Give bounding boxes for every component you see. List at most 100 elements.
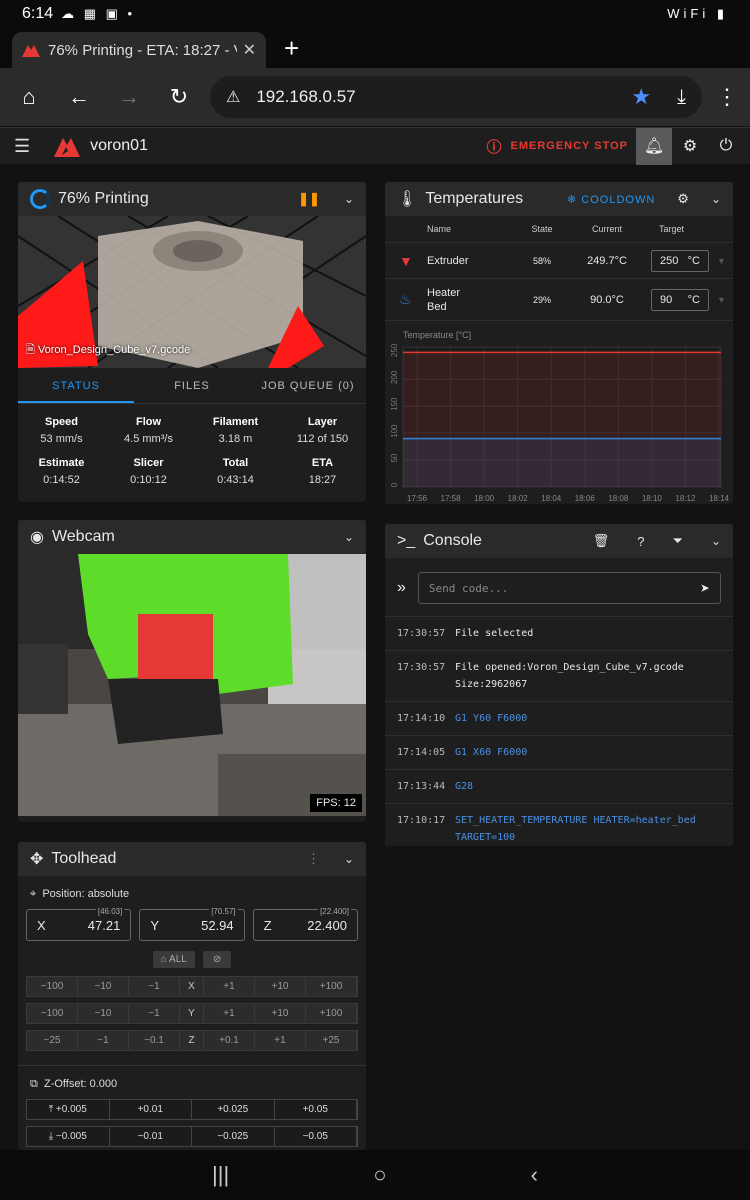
new-tab-icon[interactable]: + — [284, 33, 299, 64]
chart-ytick-label: 250 — [390, 343, 399, 357]
z-offset-button[interactable]: −0.05 — [274, 1127, 357, 1146]
gcode-filename: 🗎 Voron_Design_Cube_v7.gcode — [26, 344, 191, 356]
forward-arrow-icon[interactable]: → — [104, 84, 154, 110]
jog-button[interactable]: −100 — [27, 977, 78, 996]
gear-icon[interactable]: ⚙ — [677, 191, 689, 207]
emergency-stop-button[interactable]: ⓘ EMERGENCY STOP — [486, 136, 628, 157]
motors-off-button[interactable]: ⊘ — [202, 951, 232, 968]
reload-icon[interactable]: ↻ — [154, 84, 204, 110]
webcam-image — [18, 554, 366, 816]
jog-y-row: −100 −10 −1 Y +1 +10 +100 — [26, 1003, 358, 1024]
toolhead-title: Toolhead — [51, 850, 117, 867]
back-arrow-icon[interactable]: ← — [54, 84, 104, 110]
home-icon[interactable]: ⌂ — [4, 84, 54, 110]
hamburger-menu-icon[interactable]: ☰ — [14, 136, 30, 157]
z-position-field[interactable]: [22.400] Z 22.400 — [252, 907, 358, 941]
jog-button[interactable]: −25 — [27, 1031, 78, 1050]
extruder-target-input[interactable]: 250 °C — [651, 249, 709, 272]
y-position-field[interactable]: [70.57] Y 52.94 — [139, 907, 245, 941]
cooldown-button[interactable]: ❄ COOLDOWN — [567, 193, 655, 206]
browser-tab[interactable]: 76% Printing - ETA: 18:27 - Vo ✕ — [12, 32, 266, 68]
jog-button[interactable]: +10 — [255, 1004, 306, 1023]
not-secure-warning-icon[interactable]: ⚠ — [226, 87, 240, 107]
chart-xtick-label: 18:00 — [474, 494, 495, 503]
tab-job-queue[interactable]: JOB QUEUE (0) — [250, 368, 366, 403]
z-offset-button[interactable]: +0.025 — [192, 1100, 275, 1119]
jog-button[interactable]: −1 — [78, 1031, 129, 1050]
home-circle-icon[interactable]: ○ — [373, 1162, 386, 1188]
trash-icon[interactable]: 🗑︎ — [593, 533, 610, 549]
clock: 6:14 — [22, 5, 54, 22]
jog-button[interactable]: +100 — [306, 977, 357, 996]
position-mode-label: Position: absolute — [42, 888, 130, 900]
jog-button[interactable]: −1 — [129, 977, 180, 996]
collapse-chevron-icon[interactable]: ⌄ — [344, 852, 354, 866]
console-message[interactable]: G1 Y60 F6000 — [455, 710, 527, 727]
dropdown-arrow-icon[interactable]: ▼ — [717, 295, 726, 305]
system-back-icon[interactable]: ‹ — [531, 1162, 538, 1188]
z-offset-button[interactable]: −0.025 — [192, 1127, 275, 1146]
collapse-chevron-icon[interactable]: ⌄ — [711, 192, 721, 206]
collapse-chevron-icon[interactable]: ⌄ — [344, 192, 354, 206]
filter-icon[interactable]: ⏷ — [673, 533, 683, 549]
jog-button[interactable]: +0.1 — [204, 1031, 255, 1050]
jog-button[interactable]: +1 — [204, 977, 255, 996]
settings-button[interactable]: ⚙ — [672, 128, 708, 165]
home-all-button[interactable]: ⌂ ALL — [152, 951, 195, 968]
recent-apps-icon[interactable]: ||| — [212, 1162, 229, 1188]
chart-ytick-label: 200 — [390, 370, 399, 384]
jog-button[interactable]: −10 — [78, 1004, 129, 1023]
status-tabs: STATUS FILES JOB QUEUE (0) — [18, 368, 366, 404]
z-offset-button[interactable]: +0.05 — [274, 1100, 357, 1119]
jog-button[interactable]: −100 — [27, 1004, 78, 1023]
z-offset-button[interactable]: −0.01 — [109, 1127, 192, 1146]
stat-filament: Filament 3.18 m — [192, 410, 279, 451]
collapse-chevron-icon[interactable]: ⌄ — [344, 530, 354, 544]
x-position-field[interactable]: [46.03] X 47.21 — [26, 907, 132, 941]
console-message[interactable]: G1 X60 F6000 — [455, 744, 527, 761]
send-icon[interactable]: ➤ — [700, 579, 710, 598]
jog-button[interactable]: +25 — [306, 1031, 357, 1050]
x-requested-position: [46.03] — [95, 907, 125, 916]
favicon-icon — [22, 45, 40, 57]
pause-button[interactable]: ❚❚ — [298, 191, 320, 207]
console-prompt-icon: >_ — [397, 532, 416, 549]
console-input[interactable]: Send code... ➤ — [417, 572, 721, 604]
heater-current: 90.0°C — [590, 293, 624, 306]
webcam-title: Webcam — [51, 528, 115, 545]
jog-button[interactable]: −1 — [129, 1004, 180, 1023]
address-bar[interactable]: ⚠ 192.168.0.57 ★ ⤓ — [210, 76, 702, 118]
console-line: 17:14:05 G1 X60 F6000 — [385, 735, 733, 769]
browser-menu-icon[interactable]: ⋮ — [716, 84, 738, 110]
help-icon[interactable]: ? — [637, 534, 644, 549]
chart-ytick-label: 0 — [390, 482, 399, 487]
power-button[interactable]: ⏻ — [708, 128, 744, 165]
download-icon[interactable]: ⤓ — [677, 86, 686, 109]
emergency-stop-label: EMERGENCY STOP — [510, 140, 628, 152]
jog-button[interactable]: +10 — [255, 977, 306, 996]
console-message[interactable]: G28 — [455, 778, 473, 795]
close-tab-icon[interactable]: ✕ — [243, 40, 256, 60]
jog-button[interactable]: +100 — [306, 1004, 357, 1023]
bed-target-input[interactable]: 90 °C — [651, 288, 709, 311]
z-offset-button[interactable]: +0.01 — [109, 1100, 192, 1119]
jog-button[interactable]: −10 — [78, 977, 129, 996]
command-history-icon[interactable]: » — [397, 579, 406, 597]
jog-button[interactable]: −0.1 — [129, 1031, 180, 1050]
chart-xtick-label: 17:58 — [441, 494, 462, 503]
bookmark-star-icon[interactable]: ★ — [631, 84, 651, 110]
z-offset-button[interactable]: ⤒ +0.005 — [27, 1100, 110, 1119]
collapse-chevron-icon[interactable]: ⌄ — [711, 534, 721, 548]
notifications-button[interactable]: 🔔︎ — [636, 127, 672, 165]
console-message[interactable]: SET_HEATER_TEMPERATURE HEATER=heater_bed… — [455, 812, 721, 846]
z-offset-button[interactable]: ⤓ −0.005 — [27, 1127, 110, 1146]
temperatures-panel: 🌡︎ Temperatures ❄ COOLDOWN ⚙ ⌄ Name Stat… — [385, 182, 733, 504]
jog-button[interactable]: +1 — [255, 1031, 306, 1050]
dropdown-arrow-icon[interactable]: ▼ — [717, 256, 726, 266]
heater-name-line2: Bed — [427, 300, 447, 313]
tab-status[interactable]: STATUS — [18, 368, 134, 403]
y-value: 52.94 — [201, 917, 234, 933]
more-options-icon[interactable]: ⋮ — [307, 851, 320, 867]
jog-button[interactable]: +1 — [204, 1004, 255, 1023]
tab-files[interactable]: FILES — [134, 368, 250, 403]
